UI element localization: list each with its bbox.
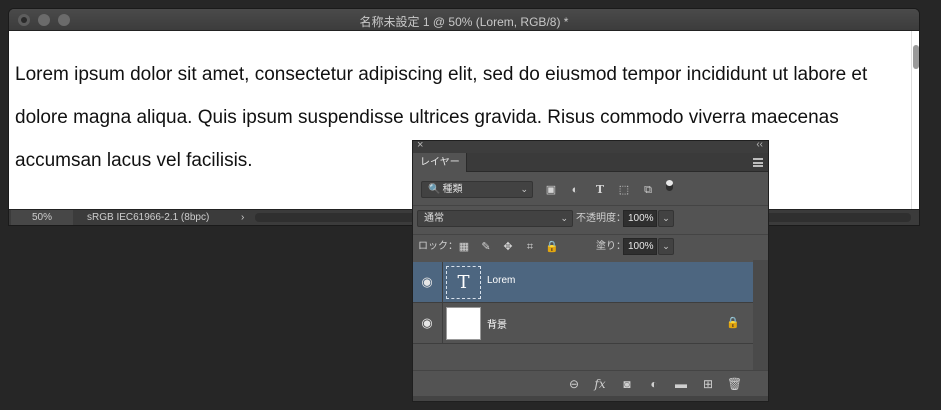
divider	[442, 262, 443, 303]
filter-toggle-switch[interactable]	[666, 180, 673, 191]
new-layer-icon[interactable]: ⊞	[701, 377, 715, 391]
filter-kind-label: 種類	[442, 184, 463, 195]
type-filter-icon[interactable]: T	[593, 183, 607, 197]
blend-mode-select[interactable]: 通常 ⌄	[417, 210, 573, 227]
color-profile-info: sRGB IEC61966-2.1 (8bpc)	[87, 212, 210, 223]
fx-icon[interactable]: fx	[593, 377, 607, 391]
fill-label: 塗り：	[596, 241, 626, 252]
layer-thumbnail[interactable]	[446, 307, 481, 340]
trash-icon[interactable]: 🗑	[727, 377, 742, 391]
zoom-level-field[interactable]: 50%	[11, 210, 73, 225]
visibility-eye-icon[interactable]: ◉	[420, 316, 434, 330]
fill-input[interactable]: 100%	[623, 238, 657, 255]
chevron-down-icon: ⌄	[520, 184, 528, 194]
tab-layers[interactable]: レイヤー	[413, 153, 467, 172]
layer-row-background[interactable]: ◉ 背景 🔒	[413, 303, 754, 344]
opacity-input[interactable]: 100%	[623, 210, 657, 227]
shape-filter-icon[interactable]: ⬚	[617, 183, 631, 197]
image-filter-icon[interactable]: ▣	[544, 183, 558, 197]
fill-dropdown-button[interactable]: ⌄	[658, 238, 674, 255]
layer-row-lorem[interactable]: ◉ T Lorem	[413, 262, 754, 303]
layers-panel: × ‹‹ レイヤー 🔍 種類 ⌄ ▣ ◐ T ⬚ ⧉ 通常 ⌄ 不透明度： 100…	[412, 139, 769, 402]
lock-artboard-icon[interactable]: ⌗	[523, 240, 537, 254]
layer-filter-row: 🔍 種類 ⌄ ▣ ◐ T ⬚ ⧉	[413, 177, 768, 201]
adjustment-filter-icon[interactable]: ◐	[568, 183, 582, 197]
lock-image-pixels-icon[interactable]: ✎	[479, 240, 493, 254]
panel-header[interactable]: × ‹‹	[413, 139, 768, 153]
document-title: 名称未設定 1 @ 50% (Lorem, RGB/8) *	[359, 15, 569, 29]
lock-row: ロック： ▦ ✎ ✥ ⌗ 🔒 塗り： 100% ⌄	[413, 234, 768, 258]
vertical-scrollbar[interactable]	[911, 31, 919, 209]
vertical-scroll-thumb[interactable]	[913, 45, 919, 69]
chevron-down-icon: ⌄	[560, 213, 568, 223]
adjustment-layer-icon[interactable]: ◐	[647, 377, 661, 391]
blend-mode-label: 通常	[424, 213, 444, 224]
search-icon: 🔍	[428, 184, 441, 195]
add-mask-icon[interactable]: ◙	[620, 377, 634, 391]
layer-lock-icon[interactable]: 🔒	[726, 316, 740, 329]
status-menu-arrow[interactable]: ›	[241, 210, 244, 225]
filter-kind-select[interactable]: 🔍 種類 ⌄	[421, 181, 533, 198]
visibility-eye-icon[interactable]: ◉	[420, 275, 434, 289]
opacity-dropdown-button[interactable]: ⌄	[658, 210, 674, 227]
layer-list: ◉ T Lorem ◉ 背景 🔒	[413, 260, 754, 370]
opacity-label: 不透明度：	[576, 213, 626, 224]
folder-icon[interactable]: ▬	[674, 377, 688, 391]
panel-tab-bar: レイヤー	[413, 153, 768, 172]
panel-collapse-icon[interactable]: ‹‹	[756, 139, 763, 150]
lock-transparent-pixels-icon[interactable]: ▦	[457, 240, 471, 254]
layer-name[interactable]: 背景	[487, 316, 507, 331]
panel-footer: ⊖ fx ◙ ◐ ▬ ⊞ 🗑	[413, 370, 768, 397]
panel-resize-grip[interactable]	[413, 396, 768, 401]
link-layers-icon[interactable]: ⊖	[567, 377, 581, 391]
smart-object-filter-icon[interactable]: ⧉	[641, 183, 655, 197]
lock-position-icon[interactable]: ✥	[501, 240, 515, 254]
layer-thumbnail[interactable]: T	[446, 266, 481, 299]
divider	[442, 303, 443, 344]
title-bar[interactable]: 名称未設定 1 @ 50% (Lorem, RGB/8) *	[9, 9, 919, 31]
panel-menu-icon[interactable]	[753, 158, 763, 167]
panel-close-icon[interactable]: ×	[417, 139, 423, 151]
lock-all-icon[interactable]: 🔒	[545, 240, 559, 254]
layer-name[interactable]: Lorem	[487, 275, 515, 286]
lock-label: ロック：	[418, 241, 458, 252]
layer-list-scrollbar[interactable]	[753, 260, 768, 370]
blend-row: 通常 ⌄ 不透明度： 100% ⌄	[413, 205, 768, 229]
